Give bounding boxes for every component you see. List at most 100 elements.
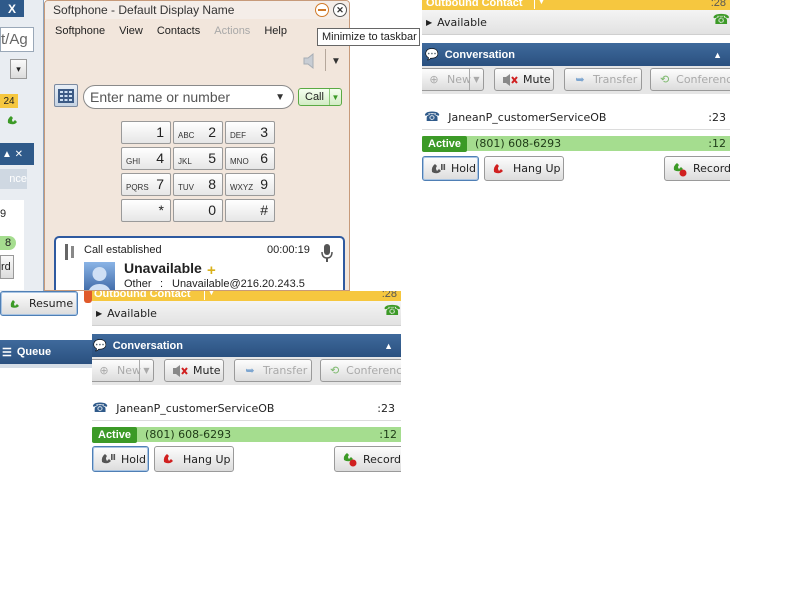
active-badge: Active	[422, 135, 468, 152]
phone-time: :12	[379, 428, 397, 441]
hold-button[interactable]: Hold	[422, 156, 479, 181]
call-options-dropdown[interactable]: ▼	[329, 89, 341, 105]
options-dropdown[interactable]: ▼	[329, 55, 343, 67]
minimize-tooltip: Minimize to taskbar	[317, 28, 420, 46]
hangup-button[interactable]: Hang Up	[154, 446, 234, 472]
keypad-key-5[interactable]: JKL 5	[173, 147, 223, 170]
softphone-titlebar: Softphone - Default Display Name	[45, 1, 349, 19]
call-button[interactable]: Call ▼	[298, 88, 342, 106]
active-badge: Active	[92, 426, 138, 443]
section-title: Conversation	[112, 339, 183, 352]
left-close-button[interactable]: X	[0, 0, 24, 17]
contact-address: Unavailable@216.20.243.5	[172, 278, 305, 290]
left-search-input[interactable]: t/Ag	[0, 27, 34, 52]
keypad-key-6[interactable]: MNO 6	[225, 147, 275, 170]
active-call-row[interactable]: Active (801) 608-6293 :12	[422, 135, 730, 152]
chevron-down-icon[interactable]: ▼	[139, 360, 153, 381]
hangup-icon	[491, 161, 509, 177]
menu-contacts[interactable]: Contacts	[157, 25, 200, 43]
menu-help[interactable]: Help	[264, 25, 287, 43]
contact-avatar	[84, 262, 115, 290]
header-dropdown[interactable]: ▼	[534, 0, 548, 9]
call-card: Call established 00:00:19 Unavailable + …	[54, 236, 345, 290]
header-time: :28	[710, 0, 726, 9]
left-background-window: X t/Ag ▾ 24 ▲ ✕ nce 9 8 rd	[0, 0, 44, 291]
expand-icon: ▶	[426, 17, 433, 27]
keypad-key-7[interactable]: PQRS 7	[121, 173, 171, 196]
header-dropdown[interactable]: ▼	[204, 291, 218, 300]
add-contact-icon[interactable]: +	[207, 262, 216, 279]
record-button[interactable]: Record	[664, 156, 730, 181]
conference-button[interactable]: ⟲ Conference	[650, 68, 730, 91]
phone-time: :12	[708, 137, 726, 150]
dialpad-toggle-button[interactable]	[54, 84, 78, 107]
transfer-button[interactable]: ➥ Transfer	[564, 68, 642, 91]
party-row[interactable]: ☎ JaneanP_customerServiceOB :23	[92, 397, 401, 421]
softphone-menubar: Softphone View Contacts Actions Help	[45, 25, 349, 43]
close-button[interactable]: ✕	[333, 3, 347, 17]
keypad-key-hash[interactable]: #	[225, 199, 275, 222]
speaker-mute-icon	[501, 72, 519, 88]
phone-status-icon: ☎	[712, 12, 730, 28]
conference-button[interactable]: ⟲ Conference	[320, 359, 401, 382]
keypad-key-3[interactable]: DEF 3	[225, 121, 275, 144]
hold-phone-icon	[99, 451, 117, 467]
microphone-icon[interactable]	[320, 243, 334, 263]
record-icon	[341, 451, 359, 467]
chevron-down-icon[interactable]: ▼	[469, 69, 483, 90]
minimize-button[interactable]	[315, 3, 329, 17]
active-call-row[interactable]: Active (801) 608-6293 :12	[92, 426, 401, 443]
panel-top: Outbound Contact ▼ :28 ▶ Available ☎ 💬 C…	[422, 0, 730, 200]
dial-search-input[interactable]: Enter name or number ▼	[83, 85, 294, 109]
keypad-key-8[interactable]: TUV 8	[173, 173, 223, 196]
conversation-section-header[interactable]: 💬 Conversation ▲	[422, 43, 730, 66]
contact-type: Other	[124, 278, 152, 290]
status-bar[interactable]: ▶ Available ☎	[422, 10, 730, 35]
header-title: Outbound Contact	[94, 291, 191, 300]
collapse-icon[interactable]: ▲	[384, 341, 393, 351]
queue-section-header[interactable]: ☰ Queue	[0, 340, 92, 364]
hangup-button[interactable]: Hang Up	[484, 156, 564, 181]
new-button[interactable]: ⊕ New ▼	[422, 68, 484, 91]
keypad-key-9[interactable]: WXYZ 9	[225, 173, 275, 196]
hold-button[interactable]: Hold	[92, 446, 149, 472]
record-icon	[671, 161, 689, 177]
resume-button[interactable]: Resume	[0, 291, 78, 316]
speaker-mute-icon	[171, 363, 189, 379]
keypad-key-4[interactable]: GHI 4	[121, 147, 171, 170]
left-dropdown-button[interactable]: ▾	[10, 59, 27, 79]
chevron-down-icon[interactable]: ▼	[275, 92, 285, 103]
keypad-key-2[interactable]: ABC 2	[173, 121, 223, 144]
speaker-volume-icon[interactable]	[301, 51, 321, 71]
left-section-bar: ▲ ✕	[0, 143, 34, 165]
plus-circle-icon: ⊕	[99, 364, 109, 377]
menu-softphone[interactable]: Softphone	[55, 25, 105, 43]
transfer-button[interactable]: ➥ Transfer	[234, 359, 312, 382]
status-bar[interactable]: ▶ Available ☎	[92, 301, 401, 326]
left-record-fragment[interactable]: rd	[0, 255, 14, 279]
menu-actions[interactable]: Actions	[214, 25, 250, 43]
status-text: Available	[107, 306, 157, 320]
menu-view[interactable]: View	[119, 25, 143, 43]
collapse-icon[interactable]: ▲	[713, 50, 722, 60]
chat-bubble-icon: 💬	[425, 49, 439, 61]
party-row[interactable]: ☎ JaneanP_customerServiceOB :23	[422, 106, 730, 130]
keypad-key-star[interactable]: *	[121, 199, 171, 222]
call-type-icon	[63, 243, 77, 263]
transfer-icon: ➥	[245, 364, 255, 377]
mute-button[interactable]: Mute	[494, 68, 554, 91]
mute-button[interactable]: Mute	[164, 359, 224, 382]
keypad-key-1[interactable]: 1	[121, 121, 171, 144]
close-icon: X	[7, 1, 16, 16]
record-button[interactable]: Record	[334, 446, 401, 472]
status-text: Available	[437, 15, 487, 29]
left-phone-icon[interactable]	[5, 111, 23, 129]
transfer-icon: ➥	[575, 73, 585, 86]
party-time: :23	[708, 111, 726, 124]
phone-number: (801) 608-6293	[475, 137, 562, 150]
new-button[interactable]: ⊕ New ▼	[92, 359, 154, 382]
party-time: :23	[377, 402, 395, 415]
conversation-section-header[interactable]: 💬 Conversation ▲	[92, 334, 401, 357]
partial-orange-icon	[84, 291, 92, 303]
keypad-key-0[interactable]: 0	[173, 199, 223, 222]
